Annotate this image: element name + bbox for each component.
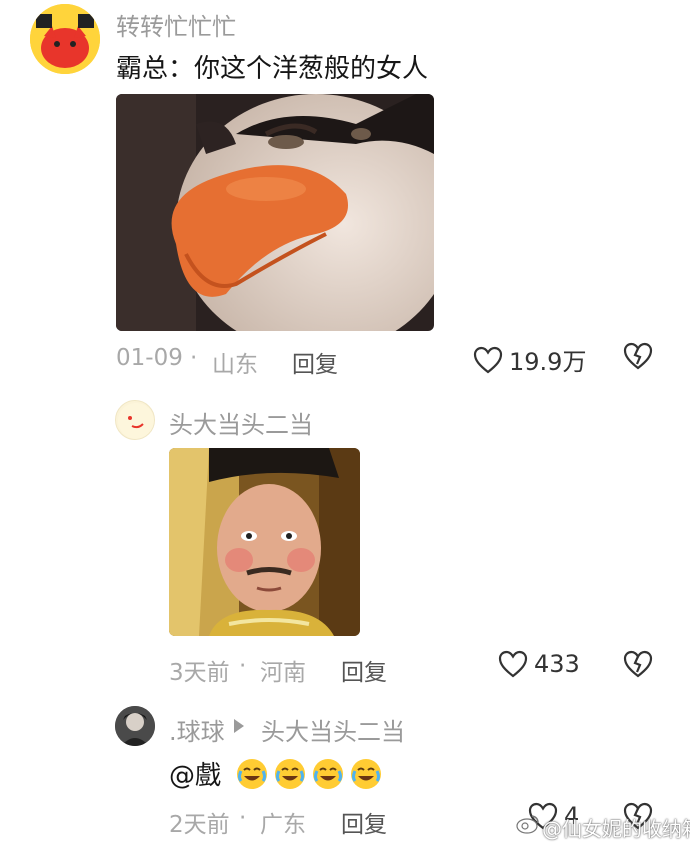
comment-location: 广东 — [260, 812, 306, 838]
crying-laughing-emoji-icon — [275, 758, 306, 789]
avatar[interactable] — [30, 4, 100, 74]
crying-laughing-emoji-icon — [351, 758, 382, 789]
reply-button[interactable]: 回复 — [341, 805, 387, 839]
heart-icon — [498, 650, 528, 678]
meta-separator: · — [239, 805, 247, 831]
like-button[interactable]: 433 — [498, 650, 580, 678]
like-button[interactable]: 19.9万 — [473, 342, 586, 377]
watermark: @仙女妮的收纳箱 — [542, 817, 690, 841]
broken-heart-icon — [623, 650, 653, 678]
avatar[interactable] — [115, 706, 155, 746]
comment-date: 2天前 — [169, 812, 230, 838]
meta-separator: · — [239, 653, 247, 679]
crying-laughing-emoji-icon — [313, 758, 344, 789]
comment-username[interactable]: 转转忙忙忙 — [116, 7, 236, 42]
comment-location: 山东 — [212, 352, 258, 378]
like-count: 433 — [534, 650, 580, 678]
crying-laughing-emoji-icon — [237, 758, 268, 789]
reply-arrow-icon — [234, 719, 244, 733]
like-count: 19.9万 — [509, 348, 587, 376]
comment-date: 3天前 — [169, 660, 230, 686]
reply-to-username[interactable]: 头大当头二当 — [261, 712, 405, 747]
comment-image-qing-official[interactable] — [169, 448, 360, 636]
comment-date: 01-09 — [116, 345, 183, 371]
avatar[interactable] — [115, 400, 155, 440]
meta-separator: · — [190, 345, 198, 371]
comment-text: 霸总：你这个洋葱般的女人 — [116, 54, 429, 84]
comment-username[interactable]: 头大当头二当 — [169, 405, 313, 440]
comment-location: 河南 — [260, 660, 306, 686]
heart-icon — [473, 346, 503, 373]
reply-button[interactable]: 回复 — [292, 345, 338, 379]
comment-text: @戲 — [169, 755, 383, 792]
reply-button[interactable]: 回复 — [341, 653, 387, 687]
dislike-button[interactable] — [623, 650, 653, 682]
weibo-logo-icon — [516, 814, 540, 838]
broken-heart-icon — [623, 342, 653, 370]
mention-text[interactable]: @戲 — [169, 755, 221, 792]
dislike-button[interactable] — [623, 342, 653, 374]
comment-username[interactable]: .球球 — [169, 712, 225, 747]
comment-image-duck-face[interactable] — [116, 94, 434, 331]
